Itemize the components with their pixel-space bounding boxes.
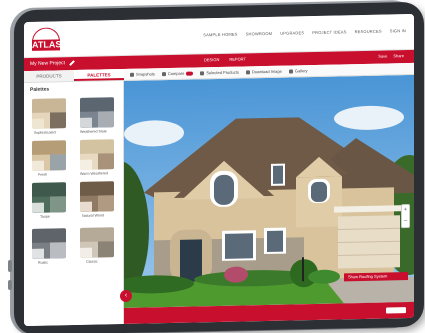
- design-button[interactable]: DESIGN: [204, 57, 219, 62]
- project-center-actions: DESIGN REPORT: [204, 56, 246, 62]
- palette-label: Classic: [86, 259, 98, 264]
- project-right-actions: Save Share: [378, 53, 404, 59]
- palette-label: Rustic: [38, 260, 48, 265]
- gallery-icon: [288, 68, 293, 74]
- palette-label: Warm Weathered: [80, 171, 108, 176]
- palette-label: Sophisticated: [34, 130, 56, 135]
- show-roofing-system-button[interactable]: Show Roofing System: [344, 272, 408, 282]
- palette-swatch-natural-wood[interactable]: [80, 181, 114, 212]
- palettes-title: Palettes: [30, 86, 50, 93]
- nav-project-ideas[interactable]: PROJECT IDEAS: [312, 29, 346, 35]
- palette-swatch-fresh[interactable]: [32, 140, 66, 171]
- selected-products-tool[interactable]: Selected Products: [200, 69, 239, 76]
- selected-products-label: Selected Products: [206, 69, 239, 76]
- tab-products[interactable]: PRODUCTS: [24, 70, 74, 82]
- nav-sample-homes[interactable]: SAMPLE HOMES: [203, 32, 237, 38]
- list-icon: [200, 70, 205, 75]
- palette-swatch-weathered-slate[interactable]: [80, 97, 114, 128]
- palette-label: Natural Wood: [82, 213, 104, 218]
- top-nav-links: SAMPLE HOMES SHOWROOM UPGRADES PROJECT I…: [203, 28, 406, 37]
- palette-label: Taupe: [40, 214, 50, 219]
- nav-upgrades[interactable]: UPGRADES: [280, 30, 304, 36]
- gallery-tool[interactable]: Gallery: [288, 68, 308, 74]
- palette-swatch-classic[interactable]: [80, 227, 114, 258]
- camera-icon: [130, 72, 134, 77]
- palettes-panel: Palettes Sophisticated Weathered Slate F…: [24, 80, 124, 327]
- palette-swatch-rustic[interactable]: [32, 228, 66, 259]
- report-button[interactable]: REPORT: [229, 56, 246, 61]
- tab-palettes[interactable]: PALETTES: [74, 68, 124, 82]
- zoom-in-button[interactable]: +: [402, 205, 409, 216]
- download-icon: [245, 69, 250, 74]
- palette-swatch-warm-weathered[interactable]: [80, 139, 114, 170]
- project-title[interactable]: My New Project: [30, 59, 76, 67]
- tablet-side-button: [8, 280, 12, 290]
- compare-icon: [161, 71, 166, 76]
- atlas-logo[interactable]: ATLAS: [32, 27, 62, 54]
- palette-swatch-taupe[interactable]: [32, 182, 66, 213]
- compare-tool[interactable]: Compare: [161, 70, 194, 77]
- logo-text: ATLAS: [32, 39, 62, 51]
- partner-logo: [386, 307, 406, 314]
- share-button[interactable]: Share: [393, 53, 404, 58]
- stage: ATLAS SAMPLE HOMES SHOWROOM UPGRADES PRO…: [0, 0, 425, 333]
- download-image-tool[interactable]: Download Image: [245, 68, 282, 75]
- zoom-out-button[interactable]: –: [402, 216, 409, 227]
- nav-showroom[interactable]: SHOWROOM: [246, 31, 273, 37]
- snapshots-tool[interactable]: Snapshots: [130, 71, 155, 77]
- palette-swatch-sophisticated[interactable]: [32, 98, 66, 129]
- palette-label: Weathered Slate: [80, 129, 107, 134]
- project-title-text: My New Project: [30, 60, 66, 67]
- palette-label: Fresh: [38, 172, 48, 177]
- app-screen: ATLAS SAMPLE HOMES SHOWROOM UPGRADES PRO…: [24, 13, 414, 327]
- compare-toggle[interactable]: [186, 71, 194, 76]
- download-image-label: Download Image: [251, 68, 282, 75]
- nav-resources[interactable]: RESOURCES: [355, 29, 382, 35]
- nav-sign-in[interactable]: SIGN IN: [390, 28, 406, 33]
- zoom-control: + –: [401, 203, 410, 229]
- snapshots-label: Snapshots: [136, 71, 155, 77]
- gallery-label: Gallery: [294, 68, 308, 74]
- compare-label: Compare: [167, 70, 185, 77]
- save-button[interactable]: Save: [378, 53, 387, 58]
- tablet-side-button: [8, 260, 12, 272]
- pencil-icon[interactable]: [69, 59, 76, 66]
